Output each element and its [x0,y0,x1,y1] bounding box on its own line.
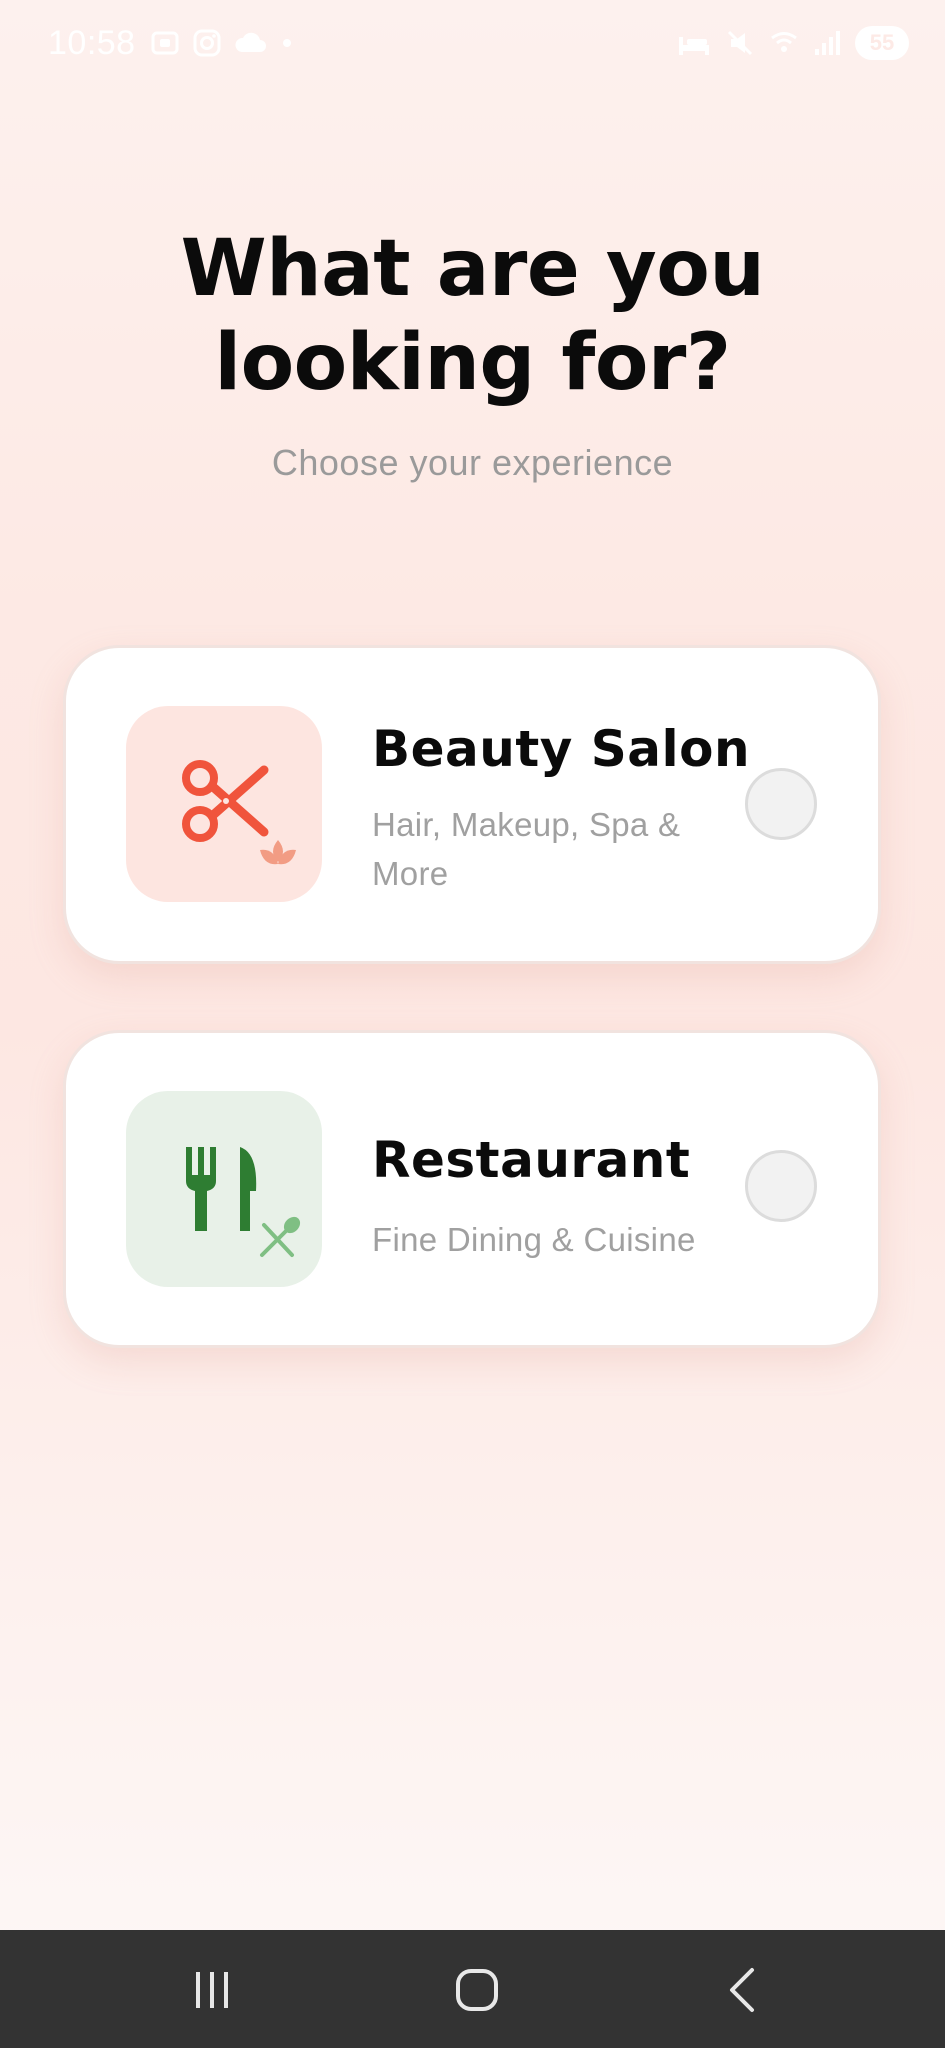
dot-icon [283,39,291,47]
restaurant-icon-box [126,1091,322,1287]
status-bar: 10:58 55 [0,0,945,90]
option-card-beauty-salon[interactable]: Beauty Salon Hair, Makeup, Spa & More [63,645,881,964]
screenshot-icon [151,31,179,55]
page-title: What are you looking for? [0,222,945,410]
recents-icon [196,1972,228,2008]
battery-indicator: 55 [855,26,909,60]
nav-home-button[interactable] [447,1964,507,2016]
page-subtitle: Choose your experience [271,442,674,483]
fork-knife-icon [186,1147,301,1257]
status-left-icons [150,28,294,58]
signal-icon [815,31,840,55]
status-time: 10:58 [48,24,136,62]
bed-icon [679,37,709,55]
status-right-icons: 55 [677,26,909,60]
restaurant-radio[interactable] [745,1150,817,1222]
page-title-line-2: looking for? [214,318,731,408]
option-card-restaurant[interactable]: Restaurant Fine Dining & Cuisine [63,1030,881,1348]
scissors-lotus-icon [182,760,296,865]
nav-back-button[interactable] [712,1964,772,2016]
beauty-salon-radio[interactable] [745,768,817,840]
mute-icon [727,30,753,56]
instagram-icon [193,29,221,57]
system-nav-bar [0,1930,945,2048]
wifi-icon [771,32,797,52]
back-icon [730,1968,754,2012]
nav-recents-button[interactable] [182,1964,242,2016]
option-title: Restaurant [372,1131,691,1189]
page-title-line-1: What are you [180,224,765,314]
option-description: Hair, Makeup, Spa & More [372,806,681,892]
option-description: Fine Dining & Cuisine [372,1221,696,1258]
home-icon [456,1969,498,2011]
beauty-salon-icon-box [126,706,322,902]
cloud-icon [235,32,266,52]
option-title: Beauty Salon [372,720,751,778]
